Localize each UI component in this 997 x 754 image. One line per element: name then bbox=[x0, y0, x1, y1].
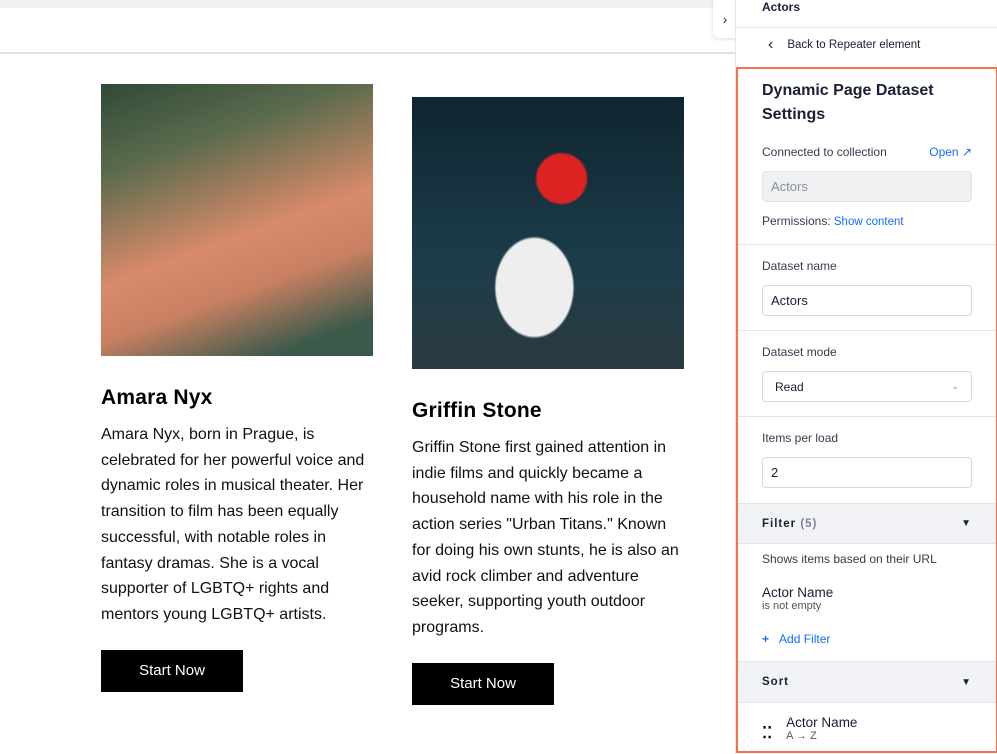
chevron-right-icon: › bbox=[722, 11, 728, 27]
start-now-button[interactable]: Start Now bbox=[101, 649, 243, 692]
actor-description: Amara Nyx, born in Prague, is celebrated… bbox=[101, 426, 365, 623]
external-link-icon: ↗ bbox=[961, 145, 972, 159]
filter-field[interactable]: Actor Name bbox=[762, 585, 972, 600]
back-label: Back to Repeater element bbox=[787, 39, 921, 51]
plus-icon: + bbox=[762, 632, 770, 646]
connected-label: Connected to collection bbox=[762, 145, 887, 159]
drag-handle-icon[interactable]: ⁚⁚ bbox=[762, 715, 772, 743]
filter-condition: is not empty bbox=[762, 600, 822, 612]
actor-description: Griffin Stone first gained attention in … bbox=[412, 439, 679, 636]
actor-name: Griffin Stone bbox=[412, 399, 542, 422]
dataset-mode-label: Dataset mode bbox=[762, 345, 837, 359]
dataset-name-label: Dataset name bbox=[762, 259, 837, 273]
filter-description: Shows items based on their URL bbox=[762, 552, 937, 566]
panel-header: Actors bbox=[736, 0, 997, 28]
items-per-load-label: Items per load bbox=[762, 431, 839, 445]
dataset-settings-highlight: Dynamic Page Dataset Settings Connected … bbox=[736, 67, 997, 753]
start-now-button[interactable]: Start Now bbox=[412, 662, 554, 705]
sort-item[interactable]: ⁚⁚ Actor Name A → Z bbox=[738, 703, 996, 751]
repeater-item: Amara Nyx Amara Nyx, born in Prague, is … bbox=[101, 84, 373, 692]
triangle-down-icon: ▼ bbox=[961, 518, 972, 529]
editor-top-bar bbox=[0, 0, 735, 54]
items-per-load-input[interactable]: 2 bbox=[762, 457, 972, 488]
collection-field: Actors bbox=[762, 171, 972, 202]
actor-image[interactable] bbox=[412, 97, 684, 369]
collapse-panel-button[interactable]: › bbox=[713, 0, 737, 38]
permissions-link[interactable]: Show content bbox=[834, 216, 904, 228]
settings-panel: Actors ‹ Back to Repeater element Dynamic… bbox=[735, 0, 997, 754]
panel-title: Dynamic Page Dataset Settings bbox=[762, 82, 934, 123]
chevron-left-icon: ‹ bbox=[768, 36, 774, 53]
repeater-item: Griffin Stone Griffin Stone first gained… bbox=[412, 97, 684, 705]
triangle-down-icon: ▼ bbox=[961, 676, 972, 688]
actor-image[interactable] bbox=[101, 84, 373, 356]
filter-section-toggle[interactable]: Filter (5) ▼ bbox=[738, 503, 996, 544]
back-button[interactable]: ‹ Back to Repeater element bbox=[736, 28, 997, 62]
dataset-name-input[interactable]: Actors bbox=[762, 285, 972, 316]
add-filter-button[interactable]: + Add Filter bbox=[762, 632, 972, 646]
open-collection-link[interactable]: Open ↗ bbox=[929, 145, 972, 159]
actor-name: Amara Nyx bbox=[101, 386, 213, 409]
permissions-label: Permissions: bbox=[762, 214, 831, 228]
sort-section-toggle[interactable]: Sort ▼ bbox=[738, 662, 996, 703]
chevron-down-icon: ⌄ bbox=[951, 381, 959, 391]
dataset-mode-select[interactable]: Read ⌄ bbox=[762, 371, 972, 402]
